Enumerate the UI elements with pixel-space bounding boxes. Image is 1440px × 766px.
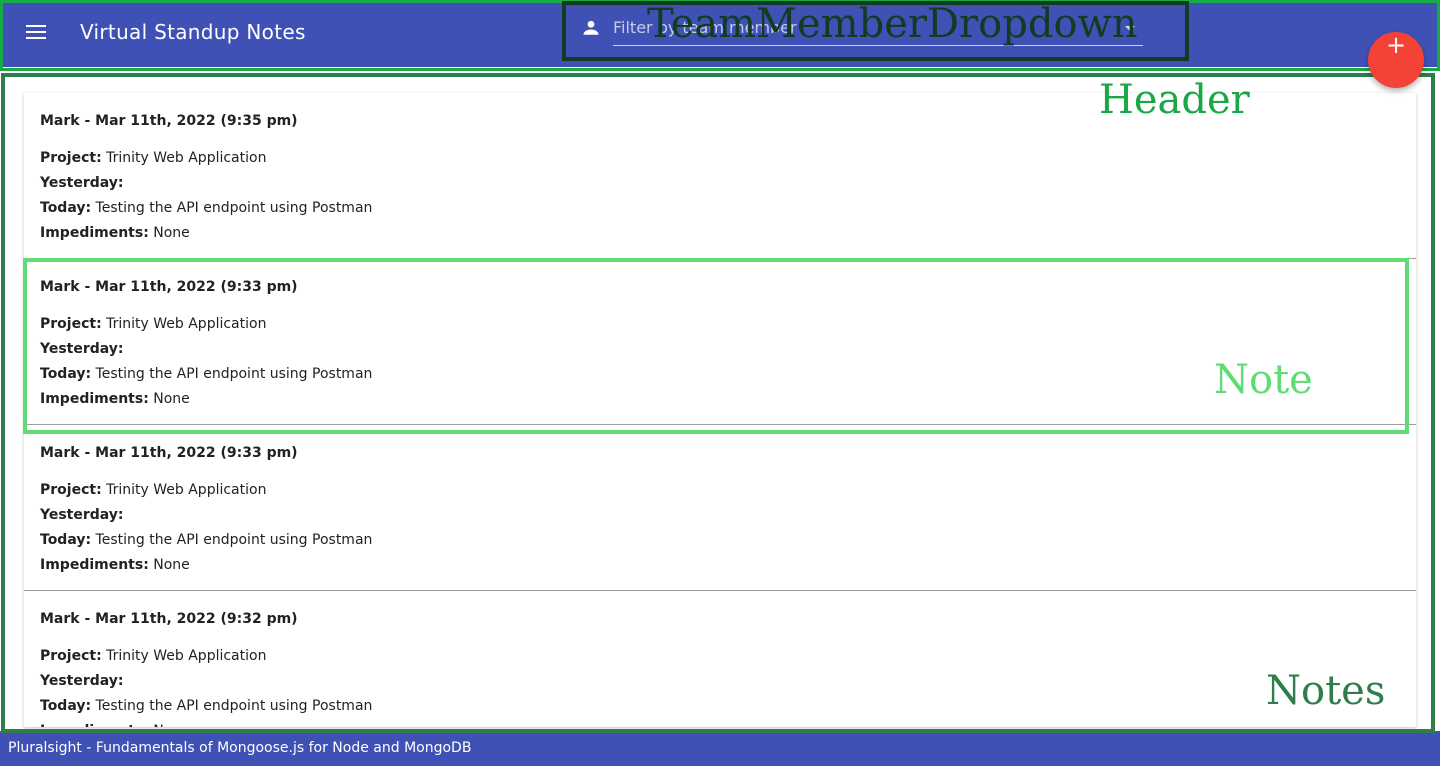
filter-placeholder: Filter by team member — [613, 18, 797, 37]
note-title: Mark - Mar 11th, 2022 (9:32 pm) — [40, 611, 298, 627]
chevron-down-icon — [1125, 26, 1135, 31]
note-project: Project: Trinity Web Application — [40, 648, 267, 664]
note-item: Mark - Mar 11th, 2022 (9:33 pm) Project: … — [24, 425, 1416, 591]
footer: Pluralsight - Fundamentals of Mongoose.j… — [0, 731, 1440, 766]
note-impediments: Impediments: None — [40, 225, 190, 241]
note-impediments: Impediments: None — [40, 557, 190, 573]
app-header: Virtual Standup Notes Filter by team mem… — [0, 0, 1440, 67]
note-item: Mark - Mar 11th, 2022 (9:35 pm) Project: … — [24, 93, 1416, 259]
app-title: Virtual Standup Notes — [80, 20, 306, 44]
note-impediments: Impediments: None — [40, 723, 1400, 727]
note-yesterday: Yesterday: — [40, 341, 124, 357]
person-icon — [583, 20, 599, 35]
note-yesterday: Yesterday: — [40, 175, 124, 191]
note-impediments: Impediments: None — [40, 391, 190, 407]
note-item: Mark - Mar 11th, 2022 (9:32 pm) Project: … — [24, 591, 1416, 727]
team-member-select[interactable]: Filter by team member — [613, 16, 1143, 46]
note-yesterday: Yesterday: — [40, 673, 124, 689]
note-project: Project: Trinity Web Application — [40, 316, 267, 332]
note-today: Today: Testing the API endpoint using Po… — [40, 698, 373, 714]
note-item: Mark - Mar 11th, 2022 (9:33 pm) Project: … — [24, 259, 1416, 425]
team-member-filter[interactable]: Filter by team member — [576, 8, 1146, 48]
menu-icon[interactable] — [24, 20, 48, 44]
add-note-button[interactable]: + — [1368, 32, 1424, 88]
note-project: Project: Trinity Web Application — [40, 482, 267, 498]
note-title: Mark - Mar 11th, 2022 (9:33 pm) — [40, 279, 298, 295]
note-today: Today: Testing the API endpoint using Po… — [40, 532, 373, 548]
plus-icon: + — [1385, 31, 1407, 59]
note-today: Today: Testing the API endpoint using Po… — [40, 200, 373, 216]
note-project: Project: Trinity Web Application — [40, 150, 267, 166]
note-title: Mark - Mar 11th, 2022 (9:35 pm) — [40, 113, 298, 129]
note-yesterday: Yesterday: — [40, 507, 124, 523]
note-title: Mark - Mar 11th, 2022 (9:33 pm) — [40, 445, 298, 461]
notes-list: Mark - Mar 11th, 2022 (9:35 pm) Project: … — [24, 93, 1416, 727]
note-today: Today: Testing the API endpoint using Po… — [40, 366, 373, 382]
